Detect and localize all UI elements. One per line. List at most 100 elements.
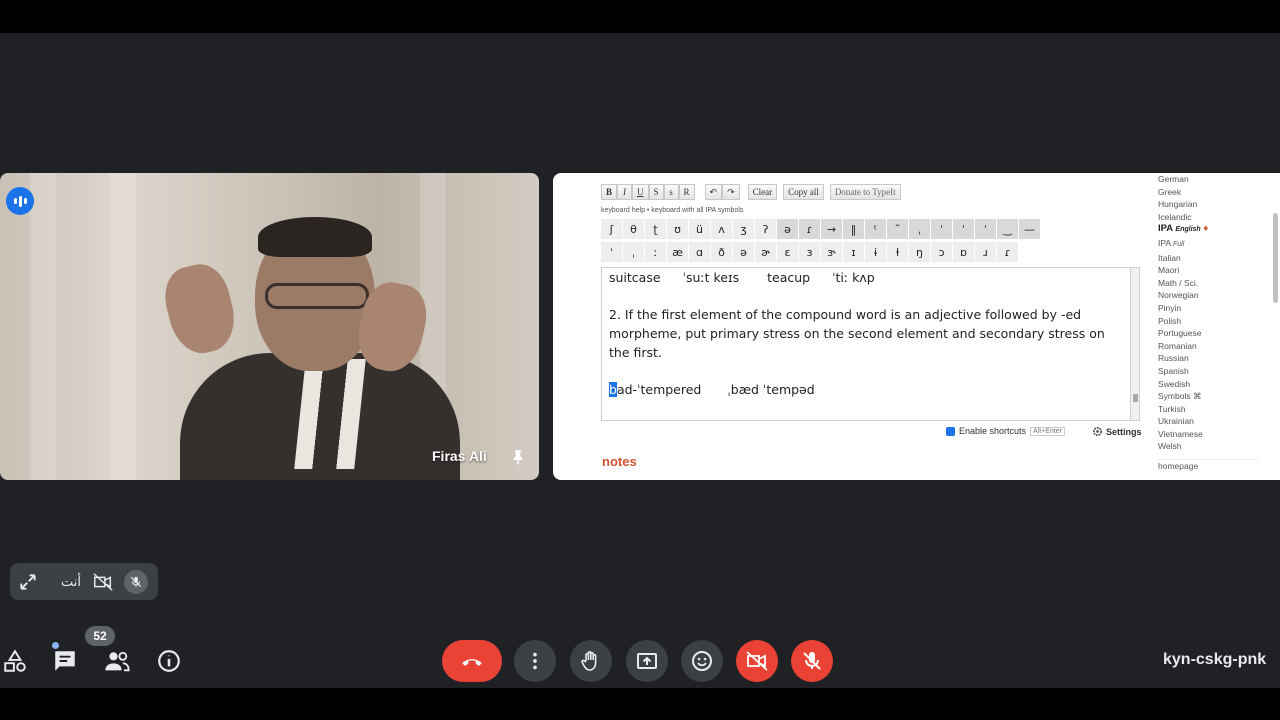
speaking-indicator-icon bbox=[6, 187, 34, 215]
redo-button[interactable]: ↷ bbox=[722, 184, 740, 200]
reactions-button[interactable] bbox=[681, 640, 723, 682]
remove-format-button[interactable]: R bbox=[678, 184, 695, 200]
shared-screen-tile[interactable]: B I U S s R ↶ ↷ Clear Copy all Donate to… bbox=[553, 173, 1280, 480]
ipa-symbol-button[interactable]: ɜ bbox=[799, 242, 821, 262]
language-ipa-full[interactable]: IPA Full bbox=[1158, 237, 1258, 252]
underline-button[interactable]: U bbox=[632, 184, 649, 200]
ipa-symbol-button[interactable]: ˌ bbox=[623, 242, 645, 262]
language-item[interactable]: Romanian bbox=[1158, 340, 1258, 353]
activities-icon[interactable] bbox=[2, 647, 28, 675]
donate-button[interactable]: Donate to TypeIt bbox=[829, 184, 901, 200]
ipa-symbol-button[interactable]: ː bbox=[645, 242, 667, 262]
copy-all-button[interactable]: Copy all bbox=[783, 184, 824, 200]
expand-icon[interactable] bbox=[18, 571, 38, 593]
ipa-symbol-button[interactable]: ɫ bbox=[887, 242, 909, 262]
ipa-symbol-button[interactable]: ᵗ bbox=[865, 219, 887, 239]
language-item[interactable]: Ukrainian bbox=[1158, 415, 1258, 428]
language-ipa-english[interactable]: IPA English ♦ bbox=[1158, 223, 1258, 237]
homepage-link[interactable]: homepage bbox=[1158, 459, 1258, 473]
ipa-symbol-button[interactable]: ɾ bbox=[997, 242, 1019, 262]
ipa-symbol-button[interactable]: ɝ bbox=[821, 242, 843, 262]
italic-button[interactable]: I bbox=[617, 184, 633, 200]
ipa-symbol-button[interactable]: ü bbox=[689, 219, 711, 239]
info-icon[interactable] bbox=[156, 647, 182, 675]
ipa-symbol-button[interactable]: ‖ bbox=[843, 219, 865, 239]
leave-call-button[interactable] bbox=[442, 640, 502, 682]
language-item[interactable]: Vietnamese bbox=[1158, 428, 1258, 441]
language-item[interactable]: Welsh bbox=[1158, 440, 1258, 453]
ipa-symbol-button[interactable]: ɨ bbox=[865, 242, 887, 262]
ipa-symbol-button[interactable]: ɪ bbox=[843, 242, 865, 262]
language-item[interactable]: Norwegian bbox=[1158, 289, 1258, 302]
ipa-symbol-button[interactable]: ʃ bbox=[601, 219, 623, 239]
subscript-button[interactable]: s bbox=[663, 184, 679, 200]
mic-off-icon[interactable] bbox=[124, 570, 148, 594]
enable-shortcuts[interactable]: Enable shortcuts Alt+Enter bbox=[946, 426, 1066, 436]
ipa-symbol-button[interactable]: → bbox=[821, 219, 843, 239]
ipa-symbol-button[interactable]: ˈ bbox=[931, 219, 953, 239]
ipa-symbol-button[interactable]: ʌ bbox=[711, 219, 733, 239]
more-options-button[interactable] bbox=[514, 640, 556, 682]
people-icon[interactable] bbox=[103, 647, 131, 675]
language-item[interactable]: Swedish bbox=[1158, 378, 1258, 391]
keyboard-help-link[interactable]: keyboard help • keyboard with all IPA sy… bbox=[601, 207, 743, 214]
ipa-symbol-button[interactable]: æ bbox=[667, 242, 689, 262]
language-item[interactable]: Pinyin bbox=[1158, 302, 1258, 315]
camera-toggle-button[interactable] bbox=[736, 640, 778, 682]
ipa-text-editor[interactable]: suitcase ˈsuːt keɪs teacup ˈtiː kʌp 2. I… bbox=[601, 267, 1139, 421]
language-item[interactable]: Symbols ⌘ bbox=[1158, 390, 1258, 403]
camera-off-icon[interactable] bbox=[92, 571, 114, 593]
ipa-symbol-button[interactable]: — bbox=[1019, 219, 1041, 239]
ipa-symbol-button[interactable]: ð bbox=[711, 242, 733, 262]
ipa-symbol-row-1: ʃ θ ʈ ʊ ü ʌ ʒ ʔ ə ɾ → ‖ ᵗ ˜ ˌ ˈ ˈ ˈ ‿ — bbox=[601, 219, 1041, 239]
ipa-symbol-button[interactable]: ɹ bbox=[975, 242, 997, 262]
language-item[interactable]: Turkish bbox=[1158, 403, 1258, 416]
ipa-symbol-button[interactable]: ˌ bbox=[909, 219, 931, 239]
ipa-symbol-button[interactable]: ʔ bbox=[755, 219, 777, 239]
pin-icon[interactable] bbox=[509, 447, 527, 467]
ipa-symbol-button[interactable]: ɾ bbox=[799, 219, 821, 239]
undo-button[interactable]: ↶ bbox=[704, 184, 723, 200]
ipa-symbol-button[interactable]: ‿ bbox=[997, 219, 1019, 239]
language-item[interactable]: German bbox=[1158, 173, 1258, 186]
language-item[interactable]: Russian bbox=[1158, 352, 1258, 365]
language-item[interactable]: Spanish bbox=[1158, 365, 1258, 378]
ipa-symbol-button[interactable]: ʊ bbox=[667, 219, 689, 239]
language-item[interactable]: Polish bbox=[1158, 315, 1258, 328]
ipa-symbol-button[interactable]: ɒ bbox=[953, 242, 975, 262]
raise-hand-button[interactable] bbox=[570, 640, 612, 682]
ipa-symbol-button[interactable]: ɛ bbox=[777, 242, 799, 262]
ipa-symbol-button[interactable]: ˈ bbox=[975, 219, 997, 239]
ipa-symbol-button[interactable]: ə bbox=[733, 242, 755, 262]
language-item[interactable]: Maori bbox=[1158, 264, 1258, 277]
ipa-symbol-button[interactable]: ˜ bbox=[887, 219, 909, 239]
language-item[interactable]: Icelandic bbox=[1158, 211, 1258, 224]
present-screen-button[interactable] bbox=[626, 640, 668, 682]
ipa-symbol-button[interactable]: ʈ bbox=[645, 219, 667, 239]
language-item[interactable]: Hungarian bbox=[1158, 198, 1258, 211]
ipa-symbol-button[interactable]: ˈ bbox=[953, 219, 975, 239]
language-item[interactable]: Greek bbox=[1158, 186, 1258, 199]
self-view-tile[interactable]: أنت bbox=[10, 563, 158, 600]
language-item[interactable]: Italian bbox=[1158, 252, 1258, 265]
ipa-symbol-button[interactable]: ɔ bbox=[931, 242, 953, 262]
ipa-symbol-button[interactable]: ʒ bbox=[733, 219, 755, 239]
page-scrollbar[interactable] bbox=[1273, 213, 1278, 303]
ipa-symbol-button[interactable]: ɑ bbox=[689, 242, 711, 262]
ipa-symbol-button[interactable]: ɚ bbox=[755, 242, 777, 262]
language-item[interactable]: Math / Sci. bbox=[1158, 277, 1258, 290]
ipa-symbol-button[interactable]: θ bbox=[623, 219, 645, 239]
superscript-button[interactable]: S bbox=[648, 184, 664, 200]
ipa-symbol-button[interactable]: ˈ bbox=[601, 242, 623, 262]
ipa-symbol-button[interactable]: ŋ bbox=[909, 242, 931, 262]
participant-video-tile[interactable]: Firas Ali bbox=[0, 173, 539, 480]
settings-button[interactable]: Settings bbox=[1092, 426, 1142, 437]
ipa-symbol-button[interactable]: ə bbox=[777, 219, 799, 239]
editor-scrollbar[interactable] bbox=[1130, 267, 1140, 421]
chat-icon[interactable] bbox=[52, 647, 78, 675]
bold-button[interactable]: B bbox=[601, 184, 618, 200]
mic-toggle-button[interactable] bbox=[791, 640, 833, 682]
language-item[interactable]: Portuguese bbox=[1158, 327, 1258, 340]
checkbox-checked-icon[interactable] bbox=[946, 426, 955, 436]
clear-button[interactable]: Clear bbox=[747, 184, 778, 200]
